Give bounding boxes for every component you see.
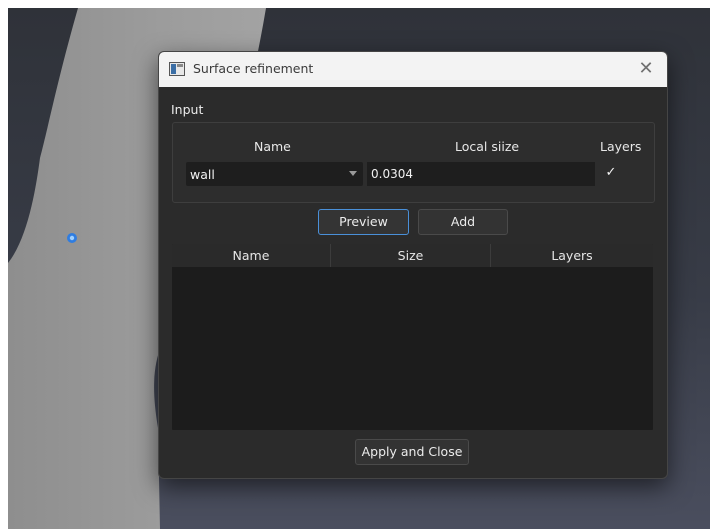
dialog-title: Surface refinement bbox=[193, 61, 314, 76]
surface-refinement-dialog: Surface refinement ✕ Input Name Local si… bbox=[158, 51, 668, 479]
close-icon[interactable]: ✕ bbox=[635, 58, 657, 80]
apply-and-close-button[interactable]: Apply and Close bbox=[355, 439, 469, 465]
dialog-titlebar[interactable]: Surface refinement ✕ bbox=[159, 52, 667, 87]
table-header-name[interactable]: Name bbox=[172, 244, 331, 267]
table-header: Name Size Layers bbox=[172, 244, 653, 267]
table-header-layers[interactable]: Layers bbox=[491, 244, 653, 267]
layers-checkbox[interactable]: ✓ bbox=[604, 166, 618, 180]
window-icon bbox=[169, 62, 185, 76]
surface-name-value: wall bbox=[190, 167, 215, 182]
surface-name-dropdown[interactable]: wall bbox=[186, 162, 363, 186]
local-size-column-label: Local siize bbox=[455, 139, 520, 154]
input-section-label: Input bbox=[171, 102, 204, 117]
preview-button[interactable]: Preview bbox=[318, 209, 409, 235]
selection-marker-icon[interactable] bbox=[64, 230, 80, 246]
input-group-box: Name Local siize Layers wall ✓ bbox=[172, 122, 655, 203]
local-size-input[interactable] bbox=[367, 162, 595, 186]
refinement-table[interactable]: Name Size Layers bbox=[172, 244, 653, 430]
chevron-down-icon bbox=[349, 171, 357, 176]
name-column-label: Name bbox=[254, 139, 291, 154]
table-header-size[interactable]: Size bbox=[331, 244, 491, 267]
layers-column-label: Layers bbox=[600, 139, 642, 154]
add-button[interactable]: Add bbox=[418, 209, 508, 235]
